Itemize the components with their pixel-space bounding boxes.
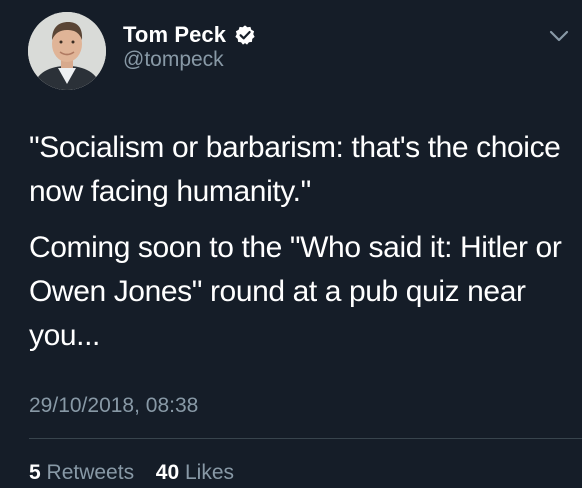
tweet-stats: 5 Retweets 40 Likes: [29, 461, 234, 485]
avatar[interactable]: [28, 12, 106, 90]
divider: [29, 438, 582, 439]
chevron-down-icon[interactable]: [548, 28, 570, 44]
likes-label: Likes: [184, 461, 234, 484]
profile-photo: [28, 12, 106, 90]
retweets-stat[interactable]: 5 Retweets: [29, 461, 140, 484]
author-name-row: Tom Peck: [123, 20, 256, 50]
author-handle[interactable]: @tompeck: [123, 48, 224, 72]
verified-badge-icon: [235, 25, 255, 45]
display-name[interactable]: Tom Peck: [123, 22, 226, 48]
tweet-paragraph: Coming soon to the "Who said it: Hitler …: [29, 231, 562, 352]
likes-stat[interactable]: 40 Likes: [156, 461, 234, 484]
tweet-text: "Socialism or barbarism: that's the choi…: [29, 126, 569, 358]
tweet-paragraph: "Socialism or barbarism: that's the choi…: [29, 131, 561, 208]
likes-count: 40: [155, 461, 180, 484]
retweets-count: 5: [29, 461, 41, 484]
retweets-label: Retweets: [46, 461, 135, 484]
tweet-timestamp[interactable]: 29/10/2018, 08:38: [29, 394, 198, 418]
tweet-card: Tom Peck @tompeck "Socialism or barbaris…: [0, 0, 582, 488]
